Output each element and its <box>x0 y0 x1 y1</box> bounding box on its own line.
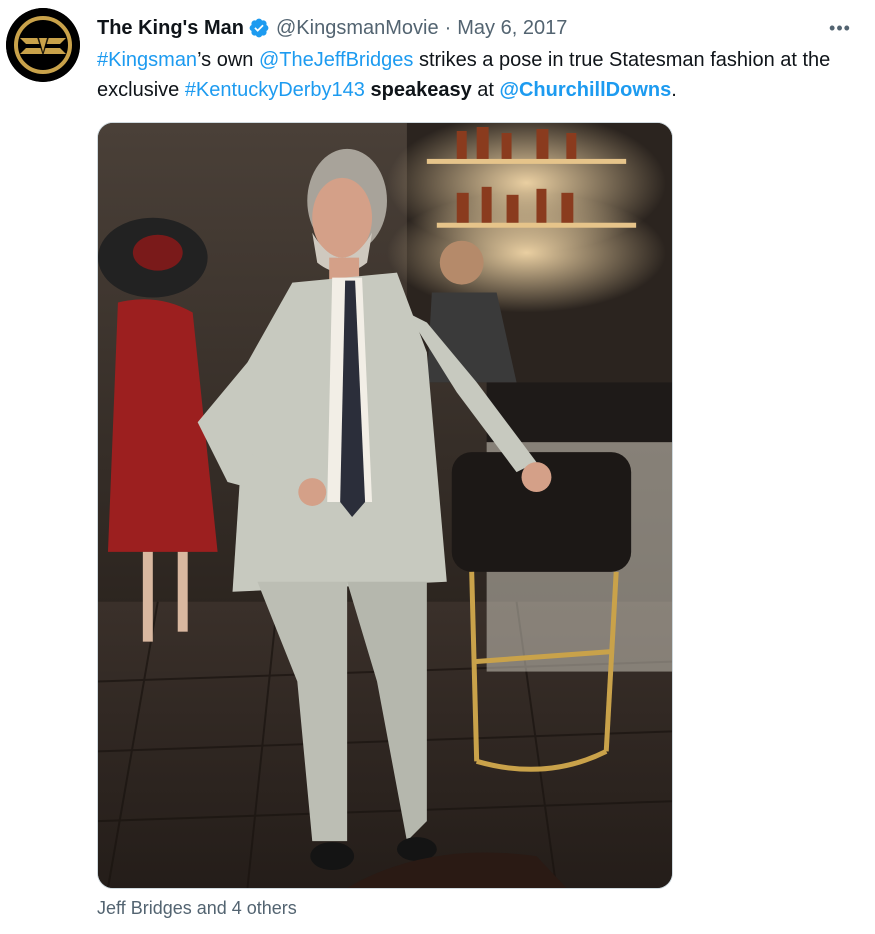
mention-thejeffbridges[interactable]: @TheJeffBridges <box>259 49 413 71</box>
tweet-text: #Kingsman’s own @TheJeffBridges strikes … <box>97 45 867 105</box>
tweet-date[interactable]: May 6, 2017 <box>457 17 567 40</box>
tweet: The King's Man @KingsmanMovie · May 6, 2… <box>0 0 875 934</box>
kingsman-logo-icon <box>6 8 80 82</box>
hashtag-kentuckyderby143[interactable]: #KentuckyDerby143 <box>185 79 365 101</box>
text-segment: ’s own <box>197 49 259 71</box>
text-segment: at <box>471 79 500 101</box>
more-options-icon[interactable]: ••• <box>825 13 855 43</box>
hashtag-kingsman[interactable]: #Kingsman <box>97 49 197 71</box>
tweet-photo[interactable] <box>97 122 673 889</box>
tweet-header: The King's Man @KingsmanMovie · May 6, 2… <box>97 13 855 43</box>
mention-churchilldowns[interactable]: @ChurchillDowns <box>499 79 671 101</box>
avatar[interactable] <box>6 8 80 82</box>
verified-badge-icon <box>249 18 269 38</box>
author-handle[interactable]: @KingsmanMovie <box>276 17 439 40</box>
tagged-people-link[interactable]: Jeff Bridges and 4 others <box>97 898 297 919</box>
photo-bar-scene <box>98 123 672 888</box>
text-segment: . <box>671 79 677 101</box>
separator-dot: · <box>444 16 452 39</box>
author-display-name[interactable]: The King's Man <box>97 17 244 40</box>
bold-text: speakeasy <box>370 79 472 101</box>
